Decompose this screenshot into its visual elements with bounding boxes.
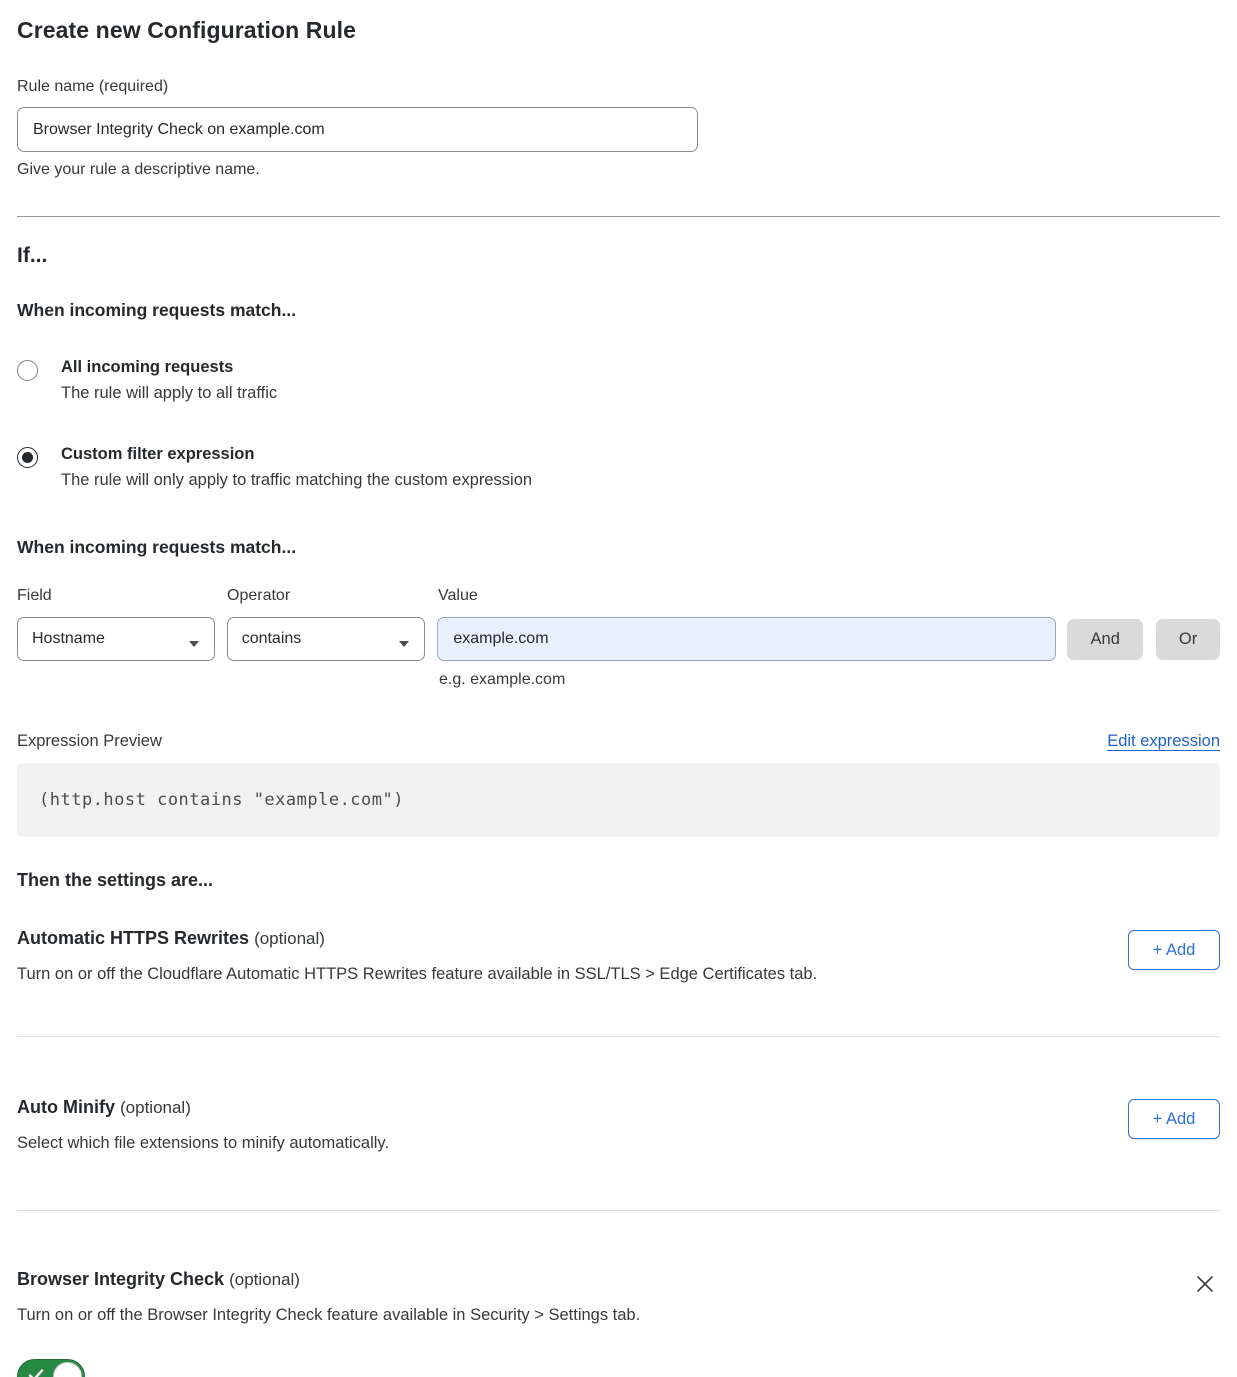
radio-button-selected[interactable]	[17, 447, 38, 468]
setting-description: Turn on or off the Browser Integrity Che…	[17, 1306, 640, 1325]
rule-name-input[interactable]	[17, 107, 698, 152]
radio-label: Custom filter expression	[61, 445, 532, 464]
expression-preview-label: Expression Preview	[17, 732, 162, 751]
value-column-label: Value	[438, 587, 478, 605]
add-automatic-https-rewrites-button[interactable]: + Add	[1128, 930, 1220, 970]
setting-title: Auto Minify (optional)	[17, 1097, 389, 1118]
edit-expression-link[interactable]: Edit expression	[1107, 732, 1220, 751]
add-auto-minify-button[interactable]: + Add	[1128, 1099, 1220, 1139]
setting-description: Select which file extensions to minify a…	[17, 1134, 389, 1153]
setting-name: Automatic HTTPS Rewrites	[17, 928, 249, 948]
section-divider	[17, 216, 1220, 217]
remove-setting-button[interactable]	[1190, 1269, 1220, 1302]
field-select[interactable]: Hostname	[17, 617, 215, 661]
setting-browser-integrity-check: Browser Integrity Check (optional) Turn …	[17, 1269, 1220, 1377]
setting-title: Browser Integrity Check (optional)	[17, 1269, 640, 1290]
setting-name: Auto Minify	[17, 1097, 115, 1117]
radio-description: The rule will apply to all traffic	[61, 384, 277, 403]
radio-button-unselected[interactable]	[17, 360, 38, 381]
create-configuration-rule-page: Create new Configuration Rule Rule name …	[0, 0, 1237, 1377]
toggle-knob[interactable]	[53, 1362, 82, 1377]
match-heading: When incoming requests match...	[17, 300, 1220, 321]
rule-name-label: Rule name (required)	[17, 78, 1220, 96]
close-icon	[1194, 1273, 1216, 1295]
then-heading: Then the settings are...	[17, 870, 1220, 891]
setting-auto-minify: Auto Minify (optional) Select which file…	[17, 1097, 1220, 1153]
radio-dot	[22, 452, 33, 463]
section-divider	[17, 1210, 1220, 1211]
value-hint: e.g. example.com	[439, 671, 1220, 689]
builder-heading: When incoming requests match...	[17, 537, 1220, 558]
field-select-value: Hostname	[32, 630, 105, 648]
radio-option-custom-filter-expression[interactable]: Custom filter expression The rule will o…	[17, 445, 1220, 490]
chevron-down-icon	[188, 635, 200, 643]
expression-preview-code: (http.host contains "example.com")	[17, 763, 1220, 837]
check-icon	[28, 1367, 44, 1377]
setting-description: Turn on or off the Cloudflare Automatic …	[17, 965, 817, 984]
rule-name-help: Give your rule a descriptive name.	[17, 161, 1220, 179]
if-heading: If...	[17, 244, 1220, 268]
radio-description: The rule will only apply to traffic matc…	[61, 471, 532, 490]
page-title: Create new Configuration Rule	[17, 0, 1220, 44]
section-divider	[17, 1036, 1220, 1037]
setting-optional-tag: (optional)	[229, 1270, 300, 1289]
setting-optional-tag: (optional)	[120, 1098, 191, 1117]
operator-select[interactable]: contains	[227, 617, 426, 661]
operator-select-value: contains	[242, 630, 302, 648]
operator-column-label: Operator	[227, 587, 438, 605]
chevron-down-icon	[398, 635, 410, 643]
value-input[interactable]	[437, 617, 1056, 661]
setting-automatic-https-rewrites: Automatic HTTPS Rewrites (optional) Turn…	[17, 928, 1220, 984]
field-column-label: Field	[17, 587, 227, 605]
browser-integrity-check-toggle[interactable]	[17, 1359, 85, 1377]
setting-title: Automatic HTTPS Rewrites (optional)	[17, 928, 817, 949]
setting-optional-tag: (optional)	[254, 929, 325, 948]
or-button[interactable]: Or	[1156, 619, 1220, 660]
setting-name: Browser Integrity Check	[17, 1269, 224, 1289]
radio-label: All incoming requests	[61, 358, 277, 377]
radio-option-all-incoming-requests[interactable]: All incoming requests The rule will appl…	[17, 358, 1220, 403]
and-button[interactable]: And	[1067, 619, 1143, 660]
